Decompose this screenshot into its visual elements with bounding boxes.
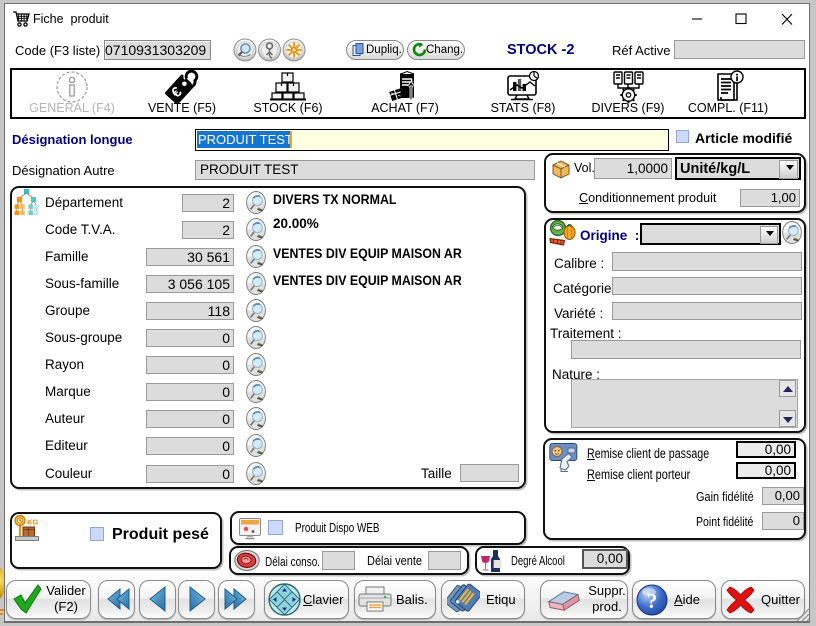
svg-text:KG: KG [27, 518, 38, 527]
svg-text:?: ? [647, 589, 658, 613]
